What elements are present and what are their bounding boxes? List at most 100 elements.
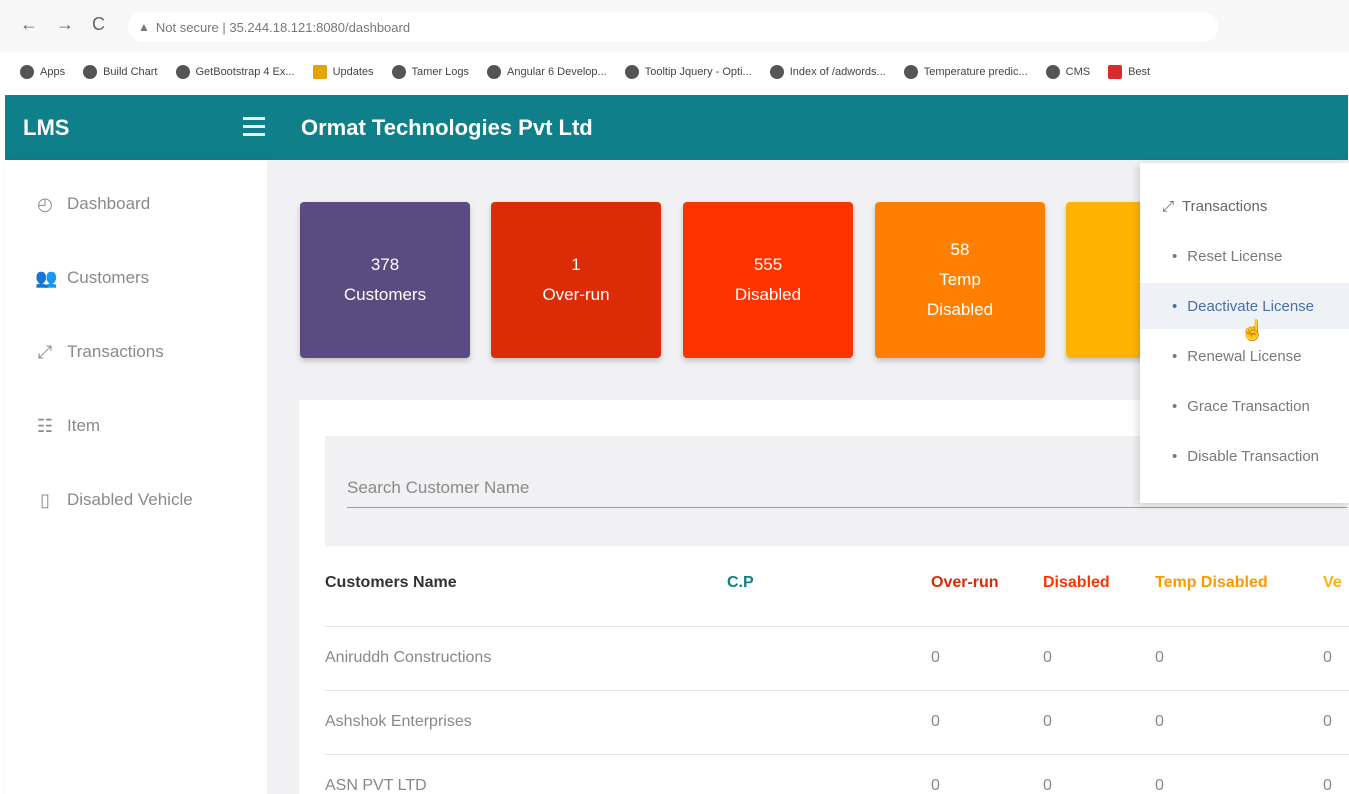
ve-cell: 0 — [1323, 777, 1332, 794]
bookmark-label: Updates — [332, 66, 374, 78]
card-value: 555 — [753, 255, 783, 274]
sidebar-item-label: Disabled Vehicle — [67, 490, 193, 509]
bookmark-item[interactable]: Apps — [20, 65, 65, 79]
bookmark-label: CMS — [1065, 66, 1091, 78]
dashboard-icon: ◴ — [37, 193, 53, 214]
bookmark-item[interactable]: CMS — [1045, 65, 1091, 79]
menu-item-reset-license[interactable]: • Reset License — [1140, 233, 1349, 279]
bookmark-item[interactable]: Temperature predic... — [903, 65, 1028, 79]
menu-item-label: Grace Transaction — [1187, 397, 1310, 415]
column-header-disabled[interactable]: Disabled — [1043, 574, 1110, 592]
over-run-cell: 0 — [931, 713, 940, 730]
globe-icon — [769, 65, 784, 79]
bookmark-label: Index of /adwords... — [789, 66, 886, 78]
bookmark-label: Best — [1128, 66, 1151, 78]
bookmark-label: Apps — [40, 66, 66, 78]
reload-icon[interactable]: C — [92, 14, 105, 35]
column-header-cp[interactable]: C.P — [727, 574, 754, 592]
globe-icon — [175, 65, 190, 79]
bookmark-item[interactable]: Build Chart — [83, 65, 158, 79]
menu-item-label: Reset License — [1187, 247, 1283, 265]
transactions-icon: ⤢ — [1162, 197, 1175, 215]
card-label: Disabled — [734, 285, 802, 304]
bookmark-item[interactable]: Angular 6 Develop... — [487, 65, 607, 79]
menu-item-label: Disable Transaction — [1187, 447, 1319, 465]
bookmark-item[interactable]: Tamer Logs — [391, 65, 469, 79]
customer-name-cell: ASN PVT LTD — [325, 777, 427, 794]
temp-disabled-cell: 0 — [1155, 713, 1164, 730]
table-row[interactable]: Ashshok Enterprises 0 0 0 0 — [325, 690, 1349, 754]
bookmark-label: Angular 6 Develop... — [507, 66, 607, 78]
browser-toolbar: ← → C ▲ Not secure | 35.244.18.121:8080/… — [0, 0, 1349, 52]
sidebar-item-customers[interactable]: 👥 Customers — [21, 248, 249, 308]
ve-cell: 0 — [1323, 649, 1332, 666]
column-header-temp-disabled[interactable]: Temp Disabled — [1155, 574, 1268, 592]
customers-card[interactable]: 378 Customers — [300, 202, 470, 358]
transactions-icon: ⤢ — [37, 341, 53, 362]
bookmark-label: GetBootstrap 4 Ex... — [195, 66, 295, 78]
card-label: Over-run — [542, 285, 610, 304]
menu-item-label: Renewal License — [1187, 347, 1302, 365]
bullet-icon: • — [1172, 297, 1178, 315]
bookmarks-bar: Apps Build Chart GetBootstrap 4 Ex... Updat… — [0, 52, 1349, 92]
back-arrow-icon[interactable]: ← — [20, 14, 38, 35]
globe-icon — [624, 65, 639, 79]
card-value: 1 — [571, 255, 581, 274]
customer-name-cell: Ashshok Enterprises — [325, 713, 472, 730]
column-header-over-run[interactable]: Over-run — [931, 574, 999, 592]
item-icon: ☷ — [36, 415, 54, 436]
temp-disabled-card[interactable]: 58 Temp Disabled — [875, 202, 1045, 358]
customer-name-cell: Aniruddh Constructions — [325, 649, 492, 666]
globe-icon — [83, 65, 98, 79]
menu-item-disable-transaction[interactable]: • Disable Transaction — [1140, 433, 1349, 479]
column-header-name[interactable]: Customers Name — [325, 574, 457, 592]
address-text: Not secure | 35.244.18.121:8080/dashboar… — [155, 19, 411, 35]
bookmark-label: Build Chart — [103, 66, 158, 78]
company-name: Ormat Technologies Pvt Ltd — [301, 115, 593, 140]
sidebar-item-item[interactable]: ☷ Item — [21, 396, 249, 456]
chart-icon — [903, 65, 918, 79]
sidebar-item-label: Dashboard — [67, 194, 151, 213]
app-header: LMS Ormat Technologies Pvt Ltd — [5, 95, 1348, 160]
disabled-card[interactable]: 555 Disabled — [683, 202, 853, 358]
bookmark-label: Tooltip Jquery - Opti... — [644, 66, 752, 78]
ve-cell: 0 — [1323, 713, 1332, 730]
card-value: 58 — [950, 240, 970, 259]
document-icon — [312, 65, 327, 79]
temp-disabled-cell: 0 — [1155, 649, 1164, 666]
hamburger-menu-icon[interactable] — [243, 117, 265, 137]
dropdown-header[interactable]: ⤢ Transactions — [1140, 183, 1349, 229]
bookmark-item[interactable]: Best — [1108, 65, 1150, 79]
bookmark-item[interactable]: Index of /adwords... — [769, 65, 886, 79]
bullet-icon: • — [1172, 247, 1178, 265]
menu-item-grace-transaction[interactable]: • Grace Transaction — [1140, 383, 1349, 429]
sidebar: ◴ Dashboard 👥 Customers ⤢ Transactions ☷… — [5, 160, 267, 794]
bookmark-item[interactable]: Updates — [312, 65, 374, 79]
disabled-cell: 0 — [1043, 713, 1052, 730]
over-run-card[interactable]: 1 Over-run — [491, 202, 661, 358]
column-header-ve[interactable]: Ve — [1323, 574, 1342, 592]
sidebar-item-label: Customers — [67, 268, 150, 287]
card-value: 378 — [370, 255, 400, 274]
table-row[interactable]: ASN PVT LTD 0 0 0 0 — [325, 754, 1349, 794]
temp-disabled-cell: 0 — [1155, 777, 1164, 794]
address-bar[interactable]: ▲ Not secure | 35.244.18.121:8080/dashbo… — [128, 12, 1218, 42]
pointer-cursor-icon: ☝ — [1240, 320, 1265, 342]
sidebar-item-label: Item — [67, 416, 101, 435]
sidebar-item-transactions[interactable]: ⤢ Transactions — [21, 322, 249, 382]
sidebar-item-label: Transactions — [67, 342, 164, 361]
globe-icon — [391, 65, 406, 79]
bookmark-item[interactable]: Tooltip Jquery - Opti... — [624, 65, 752, 79]
app-title: LMS — [23, 115, 70, 140]
warning-icon: ▲ — [138, 20, 150, 34]
bullet-icon: • — [1172, 347, 1178, 365]
sidebar-item-dashboard[interactable]: ◴ Dashboard — [21, 174, 249, 234]
pin-icon — [487, 65, 502, 79]
apps-grid-icon — [20, 65, 34, 79]
bookmark-item[interactable]: GetBootstrap 4 Ex... — [175, 65, 295, 79]
sidebar-item-disabled-vehicle[interactable]: ▯ Disabled Vehicle — [21, 470, 249, 530]
over-run-cell: 0 — [931, 649, 940, 666]
forward-arrow-icon[interactable]: → — [56, 14, 74, 35]
dropdown-header-label: Transactions — [1182, 197, 1268, 215]
table-row[interactable]: Aniruddh Constructions 0 0 0 0 — [325, 626, 1349, 690]
